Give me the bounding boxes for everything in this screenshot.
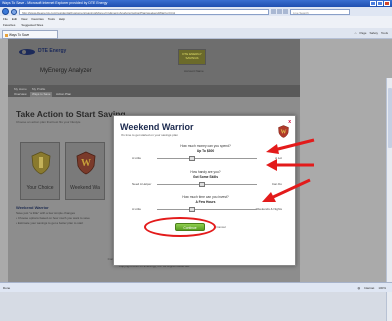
page-favicon-icon xyxy=(4,33,8,37)
slider-min-label: A Little xyxy=(132,207,142,211)
address-bar[interactable]: http://www.dteenergy.com/residentialCust… xyxy=(19,8,269,15)
slider-min-label: A Little xyxy=(132,156,142,160)
annotation-ellipse xyxy=(144,217,216,237)
shield-icon: W xyxy=(76,151,96,175)
slider-track[interactable] xyxy=(157,207,257,212)
plan-card-your-choice[interactable]: Your Choice xyxy=(20,142,60,200)
tab-label: Ways To Save xyxy=(9,33,30,37)
page-menu[interactable]: Page xyxy=(359,31,366,36)
money-slider[interactable]: A Little A Lot xyxy=(132,156,282,162)
dialog-title: Weekend Warrior xyxy=(120,122,194,132)
tab-ways-to-save[interactable]: Ways To Save xyxy=(2,30,58,39)
command-bar: ⌂ Page Safety Tools xyxy=(355,31,388,36)
dialog-subtitle: It's time to get started on your savings… xyxy=(121,133,178,137)
search-input[interactable]: Live Search xyxy=(290,8,350,15)
nav-my-home[interactable]: My Home xyxy=(14,87,27,91)
plan-card-label: Your Choice xyxy=(26,185,54,191)
close-window-button[interactable] xyxy=(384,1,390,6)
section-text-line: Save just "a little" with a few simple c… xyxy=(16,211,75,215)
section-text-line: • Estimate your savings to get a better … xyxy=(16,221,84,225)
tab-row: Ways To Save ⌂ Page Safety Tools xyxy=(0,28,392,39)
address-row: http://www.dteenergy.com/residentialCust… xyxy=(0,7,392,16)
slider-thumb[interactable] xyxy=(189,207,195,212)
stop-icon[interactable] xyxy=(283,9,288,14)
slider-max-label: Weekends & Nights xyxy=(255,207,282,211)
refresh-icon[interactable] xyxy=(277,9,282,14)
slider-thumb[interactable] xyxy=(199,182,205,187)
window-title: Ways To Save - Microsoft Internet Explor… xyxy=(2,1,108,5)
address-actions xyxy=(271,9,288,14)
handy-slider[interactable]: Need A Helper Can Do xyxy=(132,182,282,188)
svg-text:W: W xyxy=(281,130,287,136)
forward-button[interactable] xyxy=(11,8,17,15)
svg-text:W: W xyxy=(81,158,91,169)
savings-badge: DTE ENERGY SAVINGS xyxy=(178,49,206,65)
slider-thumb[interactable] xyxy=(189,156,195,161)
subnav-ways-to-save[interactable]: Ways to Save xyxy=(30,92,53,97)
nav-my-profile[interactable]: My Profile xyxy=(32,87,45,91)
plan-card-label: Weekend Wa xyxy=(70,185,100,191)
page-title: Take Action to Start Saving xyxy=(16,109,126,119)
logo-text: DTE Energy xyxy=(38,48,67,54)
account-link[interactable]: Account Name xyxy=(184,69,204,73)
minimize-button[interactable] xyxy=(370,1,376,6)
back-button[interactable] xyxy=(2,8,9,15)
annotation-arrow-icon xyxy=(266,138,315,154)
status-bar: Done ◍ Internet 100% xyxy=(0,282,392,292)
cancel-button[interactable]: Cancel xyxy=(214,225,228,229)
subnav-action-plan[interactable]: Action Plan xyxy=(56,92,71,97)
site-header: DTE Energy MyEnergy Analyzer DTE ENERGY … xyxy=(8,39,300,85)
status-text: Done xyxy=(3,286,11,290)
slider-track[interactable] xyxy=(157,156,257,161)
safety-menu[interactable]: Safety xyxy=(369,31,378,36)
shield-icon xyxy=(31,151,51,175)
annotation-arrow-icon xyxy=(262,178,311,202)
site-nav: My Home My Profile Overview Ways to Save… xyxy=(8,85,300,97)
app-name: MyEnergy Analyzer xyxy=(40,68,92,74)
scroll-thumb[interactable] xyxy=(388,88,392,148)
time-slider[interactable]: A Little Weekends & Nights xyxy=(132,207,282,213)
slider-min-label: Need A Helper xyxy=(132,182,152,186)
dte-logo-icon xyxy=(19,49,35,55)
annotation-arrow-icon xyxy=(266,159,314,171)
maximize-button[interactable] xyxy=(377,1,383,6)
window-controls xyxy=(370,1,390,6)
compatibility-icon[interactable] xyxy=(271,9,276,14)
section-text-line: • Choose options based on how much you w… xyxy=(16,216,90,220)
window-title-bar: Ways To Save - Microsoft Internet Explor… xyxy=(0,0,392,7)
slider-track[interactable] xyxy=(157,182,257,187)
subnav-overview[interactable]: Overview xyxy=(14,92,27,97)
home-icon[interactable]: ⌂ xyxy=(355,31,357,36)
section-title: Weekend Warrior xyxy=(16,205,49,210)
tools-menu[interactable]: Tools xyxy=(381,31,388,36)
plan-card-weekend-warrior[interactable]: W Weekend Wa xyxy=(65,142,105,200)
